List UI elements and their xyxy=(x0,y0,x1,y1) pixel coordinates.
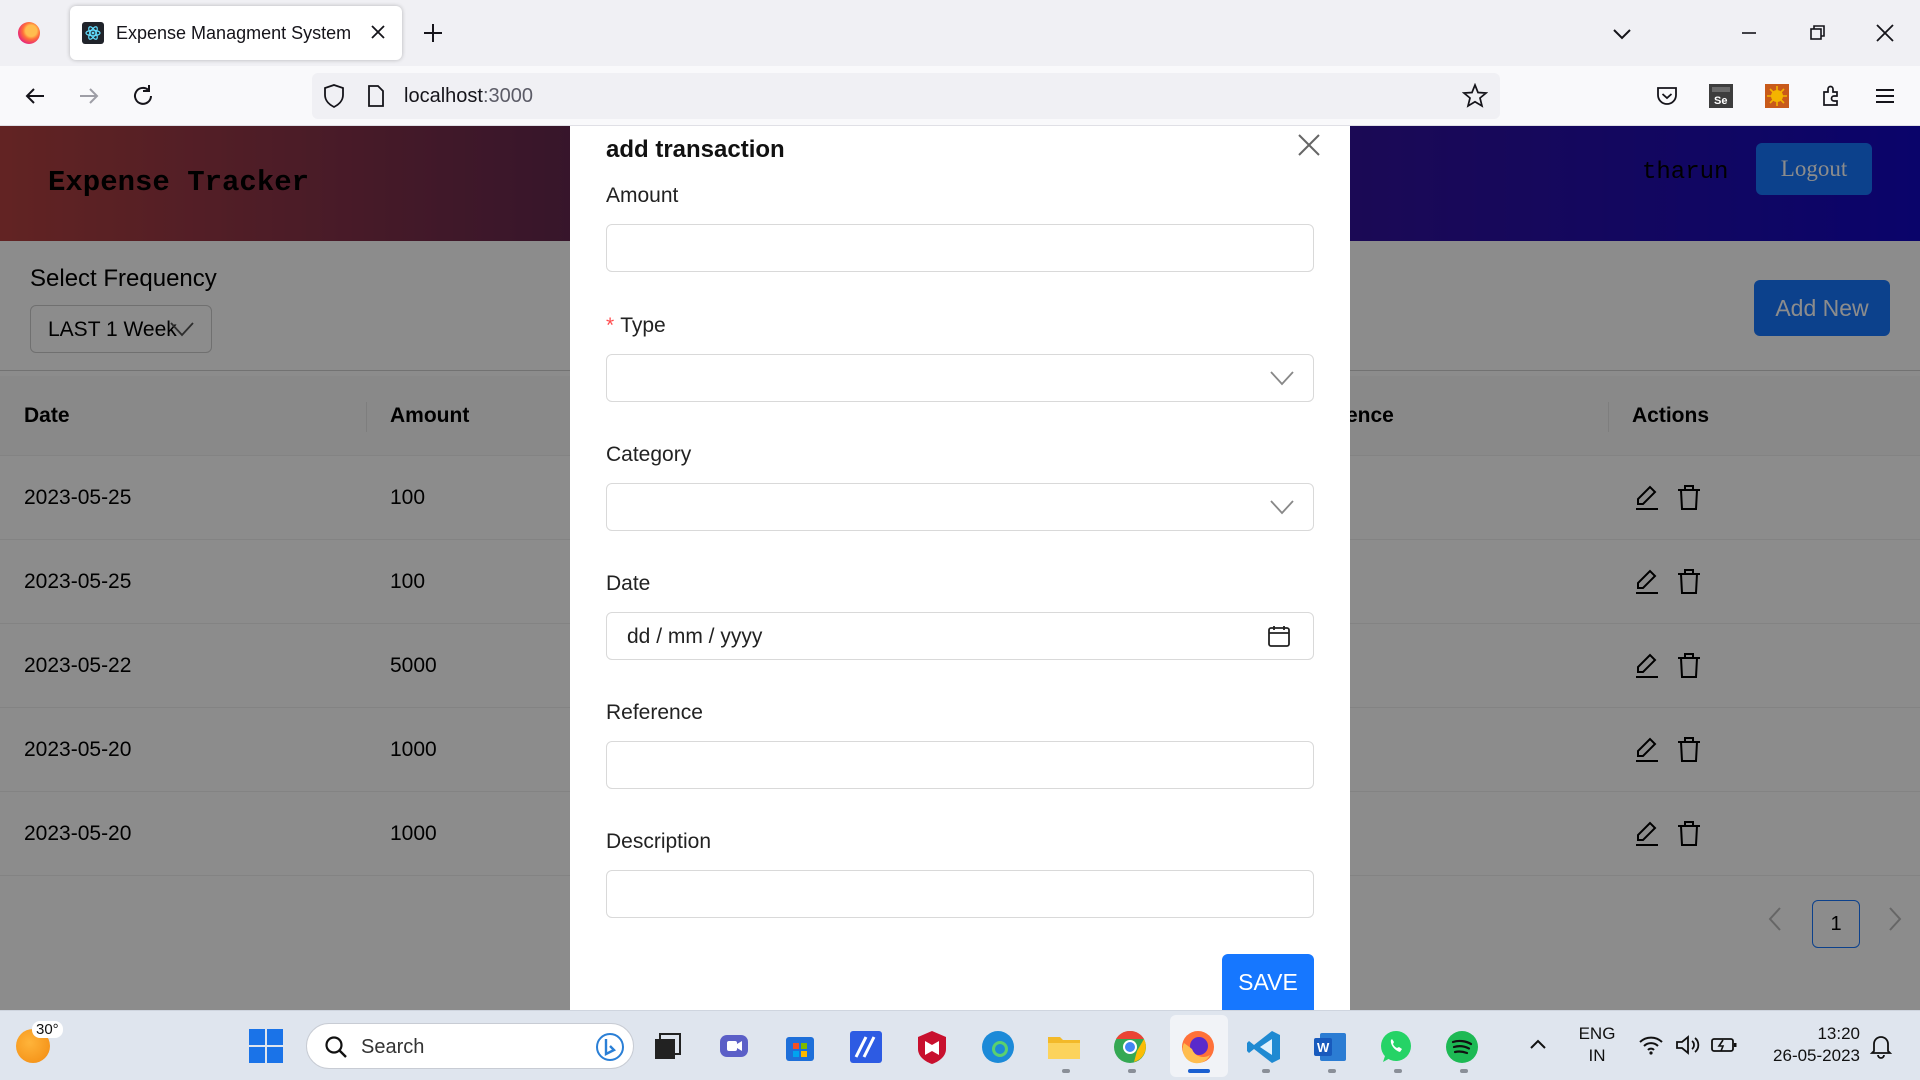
page-viewport: Expense Tracker tharun Logout Select Fre… xyxy=(0,126,1920,1010)
date-label: Date xyxy=(606,572,651,595)
reference-label: Reference xyxy=(606,701,703,724)
category-label: Category xyxy=(606,443,692,466)
app-running-indicator xyxy=(1128,1069,1136,1073)
app-running-indicator xyxy=(1460,1069,1468,1073)
modal-title: add transaction xyxy=(606,136,785,163)
browser-tab-active[interactable]: Expense Managment System xyxy=(70,6,402,60)
microsoft-store-icon[interactable] xyxy=(782,1029,818,1065)
star-icon[interactable] xyxy=(1462,83,1488,109)
date-placeholder: dd / mm / yyyy xyxy=(627,625,763,648)
selenium-icon[interactable]: Se xyxy=(1708,83,1734,109)
date-input[interactable]: dd / mm / yyyy xyxy=(606,612,1314,660)
app-running-indicator xyxy=(1062,1069,1070,1073)
url-bar[interactable]: localhost:3000 xyxy=(312,73,1500,119)
tab-close-icon[interactable] xyxy=(366,20,390,44)
bing-icon[interactable] xyxy=(595,1032,625,1062)
browser-tab-bar: Expense Managment System xyxy=(0,0,1920,66)
new-tab-plus-icon[interactable] xyxy=(420,20,446,46)
clock-time: 13:20 xyxy=(1817,1024,1860,1043)
description-input[interactable] xyxy=(606,870,1314,918)
type-label-text: Type xyxy=(620,314,666,337)
search-icon xyxy=(323,1034,349,1060)
task-view-icon[interactable] xyxy=(650,1029,686,1065)
app-running-indicator xyxy=(1394,1069,1402,1073)
browser-navigation-bar: localhost:3000 Se xyxy=(0,66,1920,126)
edge-icon[interactable] xyxy=(980,1029,1016,1065)
minimize-icon[interactable] xyxy=(1736,20,1762,46)
teams-chat-icon[interactable] xyxy=(716,1029,752,1065)
description-label: Description xyxy=(606,830,712,853)
url-text[interactable]: localhost:3000 xyxy=(404,85,533,108)
category-select[interactable] xyxy=(606,483,1314,531)
app-running-indicator xyxy=(1328,1069,1336,1073)
list-all-tabs-chevron-down-icon[interactable] xyxy=(1610,22,1634,46)
reload-icon[interactable] xyxy=(130,83,156,109)
back-icon[interactable] xyxy=(22,83,48,109)
windows-start-icon[interactable] xyxy=(248,1028,284,1064)
puzzle-icon[interactable] xyxy=(1818,83,1844,109)
close-icon[interactable] xyxy=(1294,130,1324,160)
window-close-icon[interactable] xyxy=(1872,20,1898,46)
type-label: * Type xyxy=(606,314,666,338)
restore-icon[interactable] xyxy=(1804,20,1830,46)
chevron-down-icon xyxy=(1269,496,1295,518)
firefox-icon[interactable] xyxy=(18,22,40,44)
spotify-icon[interactable] xyxy=(1444,1029,1480,1065)
language-code: ENG xyxy=(1578,1024,1616,1043)
region-code: IN xyxy=(1588,1046,1606,1065)
file-explorer-icon[interactable] xyxy=(1046,1029,1082,1065)
notification-bell-icon[interactable] xyxy=(1868,1033,1894,1059)
taskbar-search-box[interactable]: Search xyxy=(306,1023,634,1069)
volume-icon[interactable] xyxy=(1674,1033,1700,1057)
forward-icon[interactable] xyxy=(76,83,102,109)
svg-text:W: W xyxy=(1317,1040,1330,1055)
vscode-icon[interactable] xyxy=(1246,1029,1282,1065)
app-icon[interactable] xyxy=(848,1029,884,1065)
firefox-taskbar-icon[interactable] xyxy=(1180,1029,1216,1065)
chrome-icon[interactable] xyxy=(1112,1029,1148,1065)
menu-icon[interactable] xyxy=(1872,83,1898,109)
word-icon[interactable]: W xyxy=(1312,1029,1348,1065)
mcafee-icon[interactable] xyxy=(914,1029,950,1065)
reference-input[interactable] xyxy=(606,741,1314,789)
battery-icon[interactable] xyxy=(1710,1033,1738,1057)
language-indicator[interactable]: ENG IN xyxy=(1574,1023,1620,1067)
required-mark: * xyxy=(606,314,615,337)
calendar-icon[interactable] xyxy=(1267,624,1291,648)
clock[interactable]: 13:20 26-05-2023 xyxy=(1754,1023,1860,1067)
clock-date: 26-05-2023 xyxy=(1773,1046,1860,1065)
tray-chevron-up-icon[interactable] xyxy=(1526,1033,1550,1057)
react-favicon-icon xyxy=(82,22,104,44)
chevron-down-icon xyxy=(1269,367,1295,389)
shield-icon[interactable] xyxy=(322,83,346,109)
whatsapp-icon[interactable] xyxy=(1378,1029,1414,1065)
active-app-indicator xyxy=(1188,1069,1210,1073)
extension-icon[interactable] xyxy=(1764,83,1790,109)
pocket-icon[interactable] xyxy=(1654,83,1680,109)
app-running-indicator xyxy=(1262,1069,1270,1073)
amount-input[interactable] xyxy=(606,224,1314,272)
type-select[interactable] xyxy=(606,354,1314,402)
temperature: 30° xyxy=(32,1021,63,1038)
url-port: :3000 xyxy=(482,85,533,107)
windows-taskbar: 30° Search W ENG IN 13:20 26-05-2023 xyxy=(0,1010,1920,1080)
search-label: Search xyxy=(361,1036,425,1058)
add-transaction-modal: add transaction Amount * Type Category Da… xyxy=(570,126,1350,1010)
tab-title: Expense Managment System xyxy=(116,22,352,43)
url-host: localhost xyxy=(404,85,483,107)
save-button[interactable]: SAVE xyxy=(1222,954,1314,1010)
wifi-icon[interactable] xyxy=(1638,1033,1664,1057)
page-icon[interactable] xyxy=(366,84,386,108)
svg-text:Se: Se xyxy=(1714,95,1727,107)
amount-label: Amount xyxy=(606,184,679,207)
